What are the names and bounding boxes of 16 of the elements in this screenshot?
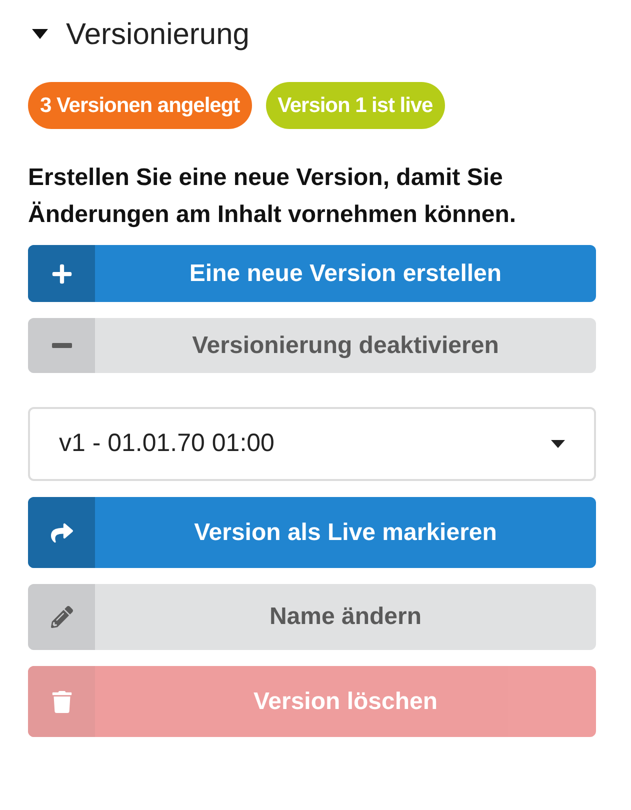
minus-icon (52, 343, 72, 348)
instruction-text: Erstellen Sie eine neue Version, damit Sie Änderungen am Inhalt vornehmen können. (28, 163, 518, 230)
plus-icon (50, 262, 72, 284)
status-badge: 3 Versionen angelegt (28, 82, 252, 129)
dropdown-caret-icon (551, 440, 565, 448)
section-title: Versionierung (66, 16, 250, 52)
trash-icon (50, 690, 72, 712)
action-button[interactable]: Version als Live markieren (28, 497, 596, 568)
action-button[interactable]: Versionierung deaktivieren (28, 318, 596, 373)
status-badge: Version 1 ist live (266, 82, 445, 129)
caret-icon[interactable] (32, 29, 48, 39)
action-button[interactable]: Eine neue Version erstellen (28, 245, 596, 302)
pencil-icon (50, 606, 72, 628)
version-dropdown[interactable]: v1 - 01.01.70 01:00 (28, 407, 596, 481)
share-arrow-icon (50, 522, 72, 544)
action-button[interactable]: Name ändern (28, 584, 596, 650)
